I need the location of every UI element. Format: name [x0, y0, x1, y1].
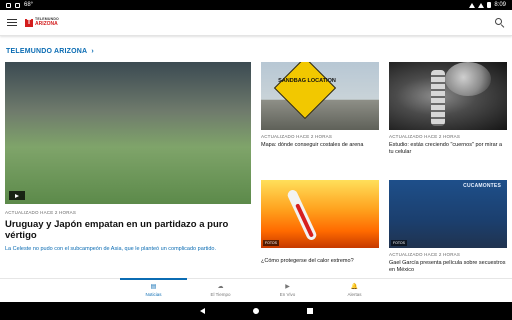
story-image[interactable]: FOTOS	[261, 180, 379, 248]
story-meta: ACTUALIZADO HACE 2 HORAS	[389, 134, 461, 139]
home-icon[interactable]	[252, 308, 259, 314]
sign-text: SANDBAG LOCATION	[278, 78, 336, 84]
sandbag-sign	[273, 62, 337, 120]
logo-text: TELEMUNDO ARIZONA	[35, 18, 59, 27]
weather-notification-icon	[15, 2, 20, 8]
featured-story[interactable]: ACTUALIZADO HACE 2 HORAS Uruguay y Japón…	[5, 62, 251, 253]
nav-label: En Vivo	[279, 292, 296, 297]
status-bar: 68° 8:09	[0, 0, 512, 10]
chevron-right-icon: ›	[91, 48, 94, 55]
app-bar: T TELEMUNDO ARIZONA	[0, 10, 512, 36]
status-time: 8:09	[494, 2, 506, 8]
system-navigation-bar	[0, 302, 512, 320]
menu-icon[interactable]	[7, 18, 17, 27]
wifi-icon	[469, 2, 476, 8]
bottom-navigation: ▤ Noticias ☁ El Tiempo ▶ En Vivo 🔔 Alert…	[0, 278, 512, 302]
story-title[interactable]: Estudio: estás creciendo "cuernos" por m…	[389, 142, 507, 156]
news-icon: ▤	[150, 284, 157, 290]
nav-label: El Tiempo	[210, 292, 231, 297]
live-tv-icon: ▶	[285, 284, 290, 290]
nav-label: Noticias	[145, 292, 162, 297]
featured-image[interactable]	[5, 62, 251, 204]
video-play-icon[interactable]	[9, 191, 25, 200]
nav-alertas[interactable]: 🔔 Alertas	[321, 279, 388, 302]
story-card-xray[interactable]: ACTUALIZADO HACE 2 HORAS Estudio: estás …	[389, 62, 507, 156]
back-icon[interactable]	[199, 308, 205, 314]
section-title: TELEMUNDO ARIZONA	[6, 48, 88, 55]
thermometer-fill	[295, 203, 314, 238]
section-header[interactable]: TELEMUNDO ARIZONA ›	[6, 48, 94, 55]
event-backdrop-text: CUCAMONTES	[463, 183, 501, 189]
story-image[interactable]: SANDBAG LOCATION	[261, 62, 379, 130]
nav-noticias[interactable]: ▤ Noticias	[120, 278, 187, 302]
app-notification-icon	[6, 2, 11, 8]
featured-description: La Celeste no pudo con el subcampeón de …	[5, 245, 216, 252]
xray-skull	[445, 62, 491, 96]
logo-t-mark: T	[25, 18, 33, 27]
featured-title[interactable]: Uruguay y Japón empatan en un partidazo …	[5, 219, 251, 242]
xray-spine	[431, 70, 445, 126]
recents-icon[interactable]	[306, 308, 313, 314]
logo-line2: ARIZONA	[35, 20, 58, 27]
nav-el-tiempo[interactable]: ☁ El Tiempo	[187, 279, 254, 302]
photo-badge: FOTOS	[391, 240, 407, 246]
story-title[interactable]: ¿Cómo protegerse del calor extremo?	[261, 258, 379, 265]
photo-badge: FOTOS	[263, 240, 279, 246]
battery-icon	[487, 2, 492, 8]
signal-icon	[478, 2, 485, 8]
story-meta: ACTUALIZADO HACE 2 HORAS	[261, 134, 333, 139]
search-icon[interactable]	[495, 17, 505, 28]
story-image[interactable]	[389, 62, 507, 130]
status-left: 68°	[6, 2, 33, 8]
thermometer	[286, 188, 318, 242]
story-title[interactable]: Mapa: dónde conseguir costales de arena	[261, 142, 379, 149]
story-image[interactable]: CUCAMONTES FOTOS	[389, 180, 507, 248]
story-card-heat[interactable]: FOTOS ¿Cómo protegerse del calor extremo…	[261, 180, 379, 265]
story-meta: ACTUALIZADO HACE 2 HORAS	[389, 252, 461, 257]
status-temperature: 68°	[24, 2, 34, 8]
story-title[interactable]: Gael García presenta película sobre secu…	[389, 260, 507, 274]
nav-en-vivo[interactable]: ▶ En Vivo	[254, 279, 321, 302]
weather-icon: ☁	[217, 284, 224, 290]
status-right: 8:09	[469, 2, 506, 8]
telemundo-arizona-logo[interactable]: T TELEMUNDO ARIZONA	[25, 18, 59, 27]
nav-label: Alertas	[347, 292, 362, 297]
story-card-gael[interactable]: CUCAMONTES FOTOS ACTUALIZADO HACE 2 HORA…	[389, 180, 507, 274]
story-card-sandbag[interactable]: SANDBAG LOCATION ACTUALIZADO HACE 2 HORA…	[261, 62, 379, 149]
featured-meta: ACTUALIZADO HACE 2 HORAS	[5, 210, 77, 215]
bell-icon: 🔔	[350, 284, 359, 290]
